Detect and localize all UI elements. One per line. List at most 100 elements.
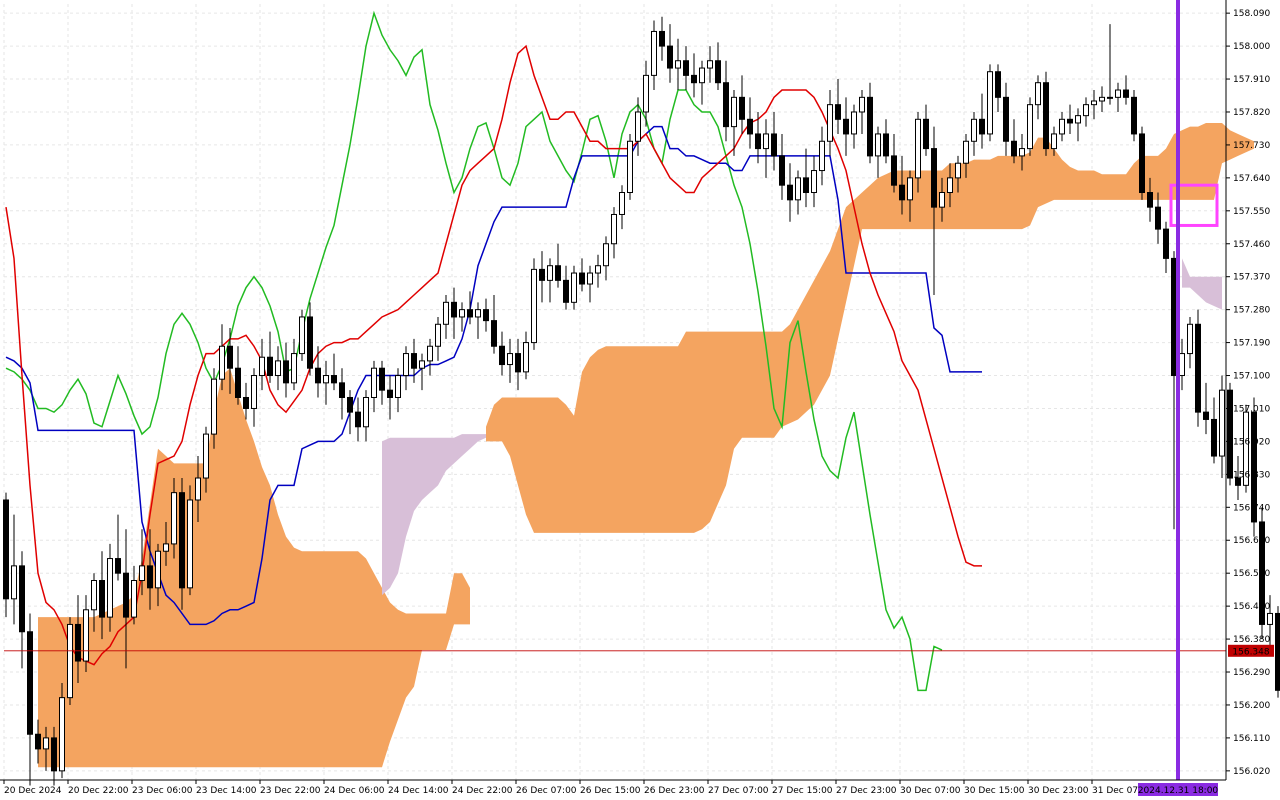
candle-body	[1043, 82, 1049, 150]
candle-body	[931, 148, 937, 208]
price-tick-label: 156.740	[1233, 503, 1270, 513]
candle-body	[1051, 133, 1057, 150]
candle-body	[435, 323, 441, 347]
price-tick-label: 156.110	[1233, 734, 1270, 744]
candle-body	[11, 565, 17, 600]
candle-body	[395, 375, 401, 398]
time-tick-label: 23 Dec 14:00	[196, 786, 257, 796]
price-tick-label: 158.000	[1233, 42, 1270, 52]
candle-body	[1131, 96, 1137, 135]
price-tick-label: 156.290	[1233, 668, 1270, 678]
candle-body	[1275, 612, 1280, 691]
time-tick-label: 24 Dec 14:00	[388, 786, 449, 796]
candle-body	[627, 140, 633, 194]
candle-body	[1115, 89, 1121, 98]
price-tick-label: 157.910	[1233, 75, 1270, 85]
candle-body	[723, 82, 729, 128]
candle-body	[147, 565, 153, 589]
candle-body	[675, 60, 681, 69]
candle-body	[747, 118, 753, 135]
candle-body	[1267, 612, 1273, 625]
candle-body	[603, 243, 609, 267]
candle-body	[715, 60, 721, 84]
price-tick-label: 157.100	[1233, 372, 1270, 382]
candle-body	[187, 499, 193, 589]
candle-body	[987, 71, 993, 135]
price-tick-label: 158.090	[1233, 9, 1270, 19]
candle-body	[555, 265, 561, 281]
time-tick-label: 26 Dec 15:00	[580, 786, 641, 796]
candle-body	[1227, 389, 1233, 479]
current-price-label: 156.348	[1232, 647, 1269, 657]
candle-body	[899, 184, 905, 201]
candle-body	[995, 71, 1001, 98]
candle-body	[851, 111, 857, 135]
candle-body	[1187, 323, 1193, 355]
candle-body	[939, 192, 945, 208]
candle-body	[155, 550, 161, 589]
candle-body	[891, 155, 897, 186]
time-tick-label: 20 Dec 2024	[4, 786, 62, 796]
candle-body	[387, 389, 393, 398]
candle-body	[251, 375, 257, 409]
candle-body	[827, 104, 833, 142]
price-tick-label: 156.560	[1233, 569, 1270, 579]
candle-body	[443, 301, 449, 325]
price-tick-label: 156.200	[1233, 701, 1270, 711]
candle-body	[259, 356, 265, 377]
candle-body	[563, 279, 569, 303]
candle-body	[819, 140, 825, 172]
price-tick-label: 157.640	[1233, 174, 1270, 184]
candle-body	[523, 342, 529, 373]
candle-body	[1067, 118, 1073, 124]
time-tick-label: 30 Dec 23:00	[1028, 786, 1089, 796]
time-tick-label: 23 Dec 22:00	[260, 786, 321, 796]
candle-body	[979, 118, 985, 135]
candle-body	[875, 133, 881, 157]
candle-body	[299, 316, 305, 355]
candle-body	[1179, 353, 1185, 377]
candle-body	[419, 360, 425, 369]
candle-body	[1035, 82, 1041, 106]
candle-body	[323, 375, 329, 384]
candle-body	[771, 133, 777, 157]
candle-body	[347, 396, 353, 413]
candle-body	[963, 140, 969, 164]
candle-body	[195, 477, 201, 501]
time-tick-label: 20 Dec 22:00	[68, 786, 129, 796]
candle-body	[291, 353, 297, 384]
candle-body	[1003, 96, 1009, 142]
time-tick-label: 26 Dec 23:00	[644, 786, 705, 796]
time-tick-label: 23 Dec 06:00	[132, 786, 193, 796]
candle-body	[115, 558, 121, 574]
candle-body	[883, 133, 889, 157]
candle-body	[859, 96, 865, 113]
candle-body	[683, 60, 689, 76]
candle-body	[283, 360, 289, 384]
candle-body	[371, 367, 377, 398]
candle-body	[1219, 389, 1225, 457]
candle-body	[363, 396, 369, 428]
price-tick-label: 156.470	[1233, 602, 1270, 612]
candle-body	[643, 74, 649, 113]
candle-body	[83, 609, 89, 662]
candle-body	[27, 631, 33, 735]
candle-body	[907, 177, 913, 201]
candle-body	[755, 133, 761, 150]
price-tick-label: 157.730	[1233, 141, 1270, 151]
candle-body	[547, 265, 553, 281]
candle-body	[787, 184, 793, 201]
candle-body	[1163, 228, 1169, 259]
candle-body	[1147, 192, 1153, 208]
candle-body	[1123, 89, 1129, 98]
candle-body	[275, 360, 281, 377]
candle-body	[739, 96, 745, 120]
candle-body	[171, 492, 177, 545]
time-tick-label: 30 Dec 15:00	[964, 786, 1025, 796]
candle-body	[91, 580, 97, 611]
candle-body	[1059, 118, 1065, 135]
candle-body	[587, 272, 593, 285]
candle-body	[491, 320, 497, 347]
candle-body	[131, 580, 137, 618]
candle-body	[19, 565, 25, 633]
